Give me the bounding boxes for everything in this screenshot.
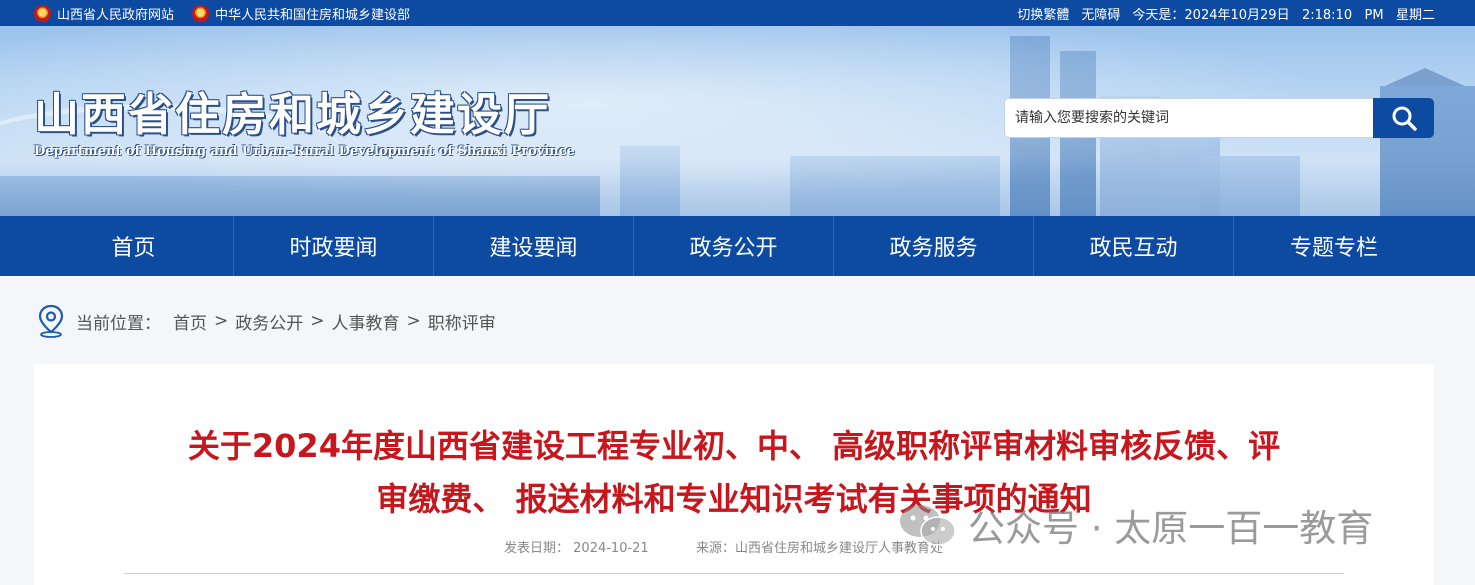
nav-item-gov-services[interactable]: 政务服务: [834, 216, 1034, 276]
search-button[interactable]: [1373, 98, 1434, 138]
accessibility-link[interactable]: 无障碍: [1081, 4, 1120, 23]
nav-item-topics[interactable]: 专题专栏: [1234, 216, 1434, 276]
weekday: 星期二: [1395, 7, 1435, 23]
nav-item-news[interactable]: 时政要闻: [234, 216, 434, 276]
top-right-tools: 切换繁體 无障碍 今天是：2024年10月29日 2:18:10 PM 星期二: [1017, 0, 1435, 26]
wechat-icon: [900, 505, 956, 546]
site-subtitle: Department of Housing and Urban–Rural De…: [34, 144, 575, 159]
breadcrumb-label: 当前位置：: [76, 313, 161, 334]
breadcrumb-separator: >: [214, 311, 229, 331]
breadcrumb-item-home[interactable]: 首页: [173, 309, 207, 334]
article-title-line-1: 关于2024年度山西省建设工程专业初、中、 高级职称评审材料审核反馈、评: [187, 427, 1281, 465]
link-shanxi-gov-label: 山西省人民政府网站: [57, 7, 175, 23]
article-source-label: 来源：: [696, 541, 736, 556]
today-label: 今天是：: [1132, 7, 1185, 23]
am-pm: PM: [1364, 7, 1384, 23]
breadcrumb-separator: >: [406, 311, 421, 331]
nav-item-gov-affairs[interactable]: 政务公开: [634, 216, 834, 276]
article-date-label: 发表日期：: [504, 541, 570, 556]
search-input[interactable]: [1004, 98, 1374, 138]
top-links: 山西省人民政府网站 中华人民共和国住房和城乡建设部: [34, 0, 410, 26]
watermark-text: 公众号 · 太原一百一教育: [968, 507, 1374, 550]
nav-item-home[interactable]: 首页: [34, 216, 234, 276]
top-bar: 山西省人民政府网站 中华人民共和国住房和城乡建设部 切换繁體 无障碍 今天是：2…: [0, 0, 1475, 26]
link-mohurd-label: 中华人民共和国住房和城乡建设部: [215, 7, 411, 23]
breadcrumb-item-title-review[interactable]: 职称评审: [428, 309, 496, 334]
search-box: [1004, 98, 1434, 138]
main-nav: 首页 时政要闻 建设要闻 政务公开 政务服务 政民互动 专题专栏: [0, 216, 1475, 276]
current-time: 2:18:10: [1301, 7, 1353, 23]
breadcrumb-item-gov-affairs[interactable]: 政务公开: [235, 309, 303, 334]
article-date-value: 2024-10-21: [573, 541, 649, 556]
nav-item-interaction[interactable]: 政民互动: [1034, 216, 1234, 276]
datetime: 今天是：2024年10月29日 2:18:10 PM 星期二: [1132, 4, 1435, 23]
national-emblem-icon: [34, 4, 51, 22]
nav-item-construction-news[interactable]: 建设要闻: [434, 216, 634, 276]
article-date: 发表日期： 2024-10-21: [504, 537, 649, 556]
location-pin-icon: [38, 304, 64, 338]
switch-traditional-link[interactable]: 切换繁體: [1017, 4, 1069, 23]
breadcrumb-separator: >: [310, 311, 325, 331]
header-banner: 山西省住房和城乡建设厅 Department of Housing and Ur…: [0, 26, 1475, 216]
national-emblem-icon: [192, 4, 210, 22]
breadcrumb: 当前位置： 首页 > 政务公开 > 人事教育 > 职称评审: [36, 300, 496, 342]
breadcrumb-item-personnel-education[interactable]: 人事教育: [332, 309, 400, 334]
site-title: 山西省住房和城乡建设厅: [34, 88, 552, 141]
link-shanxi-gov[interactable]: 山西省人民政府网站: [34, 4, 174, 23]
wechat-watermark: 公众号 · 太原一百一教育: [896, 500, 1373, 550]
link-mohurd[interactable]: 中华人民共和国住房和城乡建设部: [192, 4, 410, 23]
search-icon: [1392, 106, 1417, 131]
current-date: 2024年10月29日: [1184, 7, 1290, 23]
article-divider: [124, 573, 1344, 574]
